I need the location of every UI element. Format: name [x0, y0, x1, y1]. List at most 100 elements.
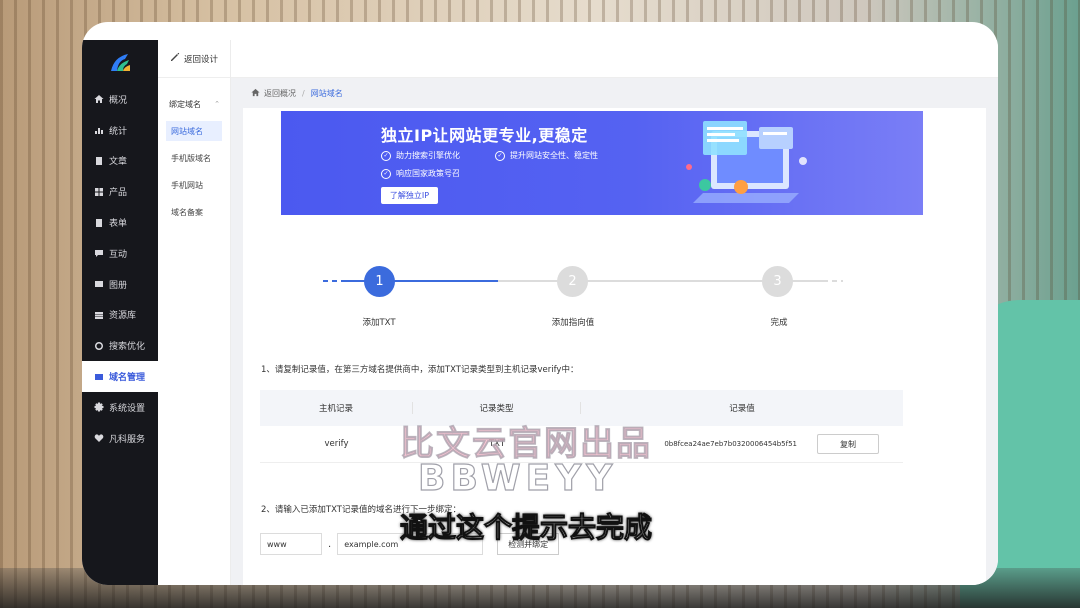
sub-item-label: 网站域名: [171, 126, 203, 136]
sidebar-item-4[interactable]: 表单: [82, 207, 158, 238]
sub-item-label: 域名备案: [171, 207, 203, 217]
table-row: verify TXT 0b8fcea24ae7eb7b0320006454b5f…: [260, 426, 903, 463]
sidebar-item-6[interactable]: 图册: [82, 269, 158, 300]
sub-item-label: 手机版域名: [171, 153, 211, 163]
sub-item-website-domain[interactable]: 网站域名: [166, 121, 222, 141]
browser-frame: 概况统计文章产品表单互动图册资源库搜索优化域名管理系统设置凡科服务 返回设计 绑…: [82, 22, 998, 585]
breadcrumb-home-link[interactable]: 返回概况: [264, 88, 296, 99]
step-1-circle: 1: [364, 266, 395, 297]
banner-feature: ✓ 助力搜索引擎优化: [381, 150, 460, 161]
step-2-circle: 2: [557, 266, 588, 297]
grid-icon: [93, 186, 104, 197]
banner-illustration-icon: [686, 121, 807, 203]
sub-item-label: 手机网站: [171, 180, 203, 190]
sidebar-item-label: 文章: [109, 157, 128, 168]
sub-group-label: 绑定域名: [169, 99, 201, 109]
check-icon: ✓: [381, 150, 391, 161]
learn-ip-button[interactable]: 了解独立IP: [381, 187, 438, 204]
image-icon: [93, 279, 104, 290]
sidebar-item-8[interactable]: 搜索优化: [82, 330, 158, 361]
back-to-design-label: 返回设计: [184, 54, 219, 65]
sidebar-item-3[interactable]: 产品: [82, 176, 158, 207]
sidebar-item-label: 产品: [109, 188, 128, 199]
progress-steps: 1 2 3 添加TXT 添加指向值 完成: [323, 263, 843, 333]
sidebar-item-0[interactable]: 概况: [82, 84, 158, 115]
cell-host: verify: [324, 439, 349, 449]
sidebar-item-label: 域名管理: [109, 373, 146, 384]
banner-feature-text: 助力搜索引擎优化: [396, 151, 460, 160]
home-icon: [93, 94, 104, 105]
sub-group-bind-domain[interactable]: 绑定域名 ⌃: [158, 91, 230, 117]
gear-icon: [93, 402, 104, 413]
sidebar-item-7[interactable]: 资源库: [82, 300, 158, 331]
chat-icon: [93, 248, 104, 259]
main-area: 返回概况 / 网站域名 独立IP让网站更专业,更稳定 ✓ 助力搜索引擎优化 ✓ 提升…: [231, 78, 998, 585]
chart-icon: [93, 125, 104, 136]
domain-prefix-input[interactable]: www: [260, 533, 322, 555]
instruction-step-1: 1、请复制记录值，在第三方域名提供商中，添加TXT记录类型到主机记录verify…: [261, 365, 579, 375]
banner-feature: ✓ 提升网站安全性、稳定性: [495, 150, 598, 161]
sidebar-item-label: 互动: [109, 249, 128, 260]
sidebar-item-label: 图册: [109, 280, 128, 291]
banner-title: 独立IP让网站更专业,更稳定: [381, 126, 588, 145]
sidebar-item-9[interactable]: 域名管理: [82, 361, 158, 392]
chevron-up-icon: ⌃: [214, 100, 220, 108]
cell-type: TXT: [488, 439, 506, 449]
sidebar-item-2[interactable]: 文章: [82, 146, 158, 177]
sub-item-domain-filing[interactable]: 域名备案: [166, 202, 222, 222]
cell-value: 0b8fcea24ae7eb7b0320006454b5f51 复制: [581, 434, 903, 454]
sub-item-mobile-site[interactable]: 手机网站: [166, 175, 222, 195]
domain-name-input[interactable]: example.com: [337, 533, 484, 555]
promo-banner[interactable]: 独立IP让网站更专业,更稳定 ✓ 助力搜索引擎优化 ✓ 提升网站安全性、稳定性 ✓ 响…: [281, 111, 923, 215]
dns-record-table: 主机记录 记录类型 记录值 verify TXT 0b8fcea24ae7eb7…: [260, 390, 903, 463]
sub-item-mobile-domain[interactable]: 手机版域名: [166, 148, 222, 168]
sidebar-item-label: 表单: [109, 219, 128, 230]
domain-separator: .: [328, 538, 332, 550]
step-connector: [323, 280, 343, 282]
banner-feature-text: 提升网站安全性、稳定性: [510, 151, 598, 160]
content-panel: 独立IP让网站更专业,更稳定 ✓ 助力搜索引擎优化 ✓ 提升网站安全性、稳定性 ✓ 响…: [243, 108, 986, 585]
breadcrumb-separator: /: [302, 88, 305, 98]
check-icon: ✓: [495, 150, 505, 161]
sidebar-item-label: 概况: [109, 95, 128, 106]
sidebar-item-label: 凡科服务: [109, 434, 146, 445]
record-value: 0b8fcea24ae7eb7b0320006454b5f51: [664, 440, 797, 448]
copy-button[interactable]: 复制: [817, 434, 879, 454]
sidebar-item-5[interactable]: 互动: [82, 238, 158, 269]
detect-bind-button[interactable]: 检测并绑定: [497, 533, 560, 555]
table-header: 主机记录 记录类型 记录值: [260, 390, 903, 426]
app-logo[interactable]: [82, 40, 158, 84]
article-icon: [93, 155, 104, 166]
step-1-label: 添加TXT: [362, 318, 396, 328]
banner-feature-text: 响应国家政策号召: [396, 169, 460, 178]
header-type: 记录类型: [413, 402, 581, 414]
sidebar-item-1[interactable]: 统计: [82, 115, 158, 146]
sub-navigation: 返回设计 绑定域名 ⌃ 网站域名 手机版域名 手机网站 域名备案: [158, 40, 231, 585]
sidebar: 概况统计文章产品表单互动图册资源库搜索优化域名管理系统设置凡科服务: [82, 40, 158, 585]
home-icon: [251, 88, 264, 99]
breadcrumb-current: 网站域名: [310, 88, 343, 98]
form-icon: [93, 217, 104, 228]
header-host: 主机记录: [260, 402, 413, 414]
instruction-step-2: 2、请输入已添加TXT记录值的域名进行下一步绑定：: [261, 505, 461, 515]
seo-icon: [93, 340, 104, 351]
logo-icon: [111, 54, 130, 71]
sidebar-item-11[interactable]: 凡科服务: [82, 423, 158, 454]
breadcrumb: 返回概况 / 网站域名: [231, 78, 998, 108]
edit-icon: [170, 52, 184, 65]
sidebar-item-label: 资源库: [109, 311, 137, 322]
step-connector: [823, 280, 843, 282]
database-icon: [93, 309, 104, 320]
sidebar-item-label: 搜索优化: [109, 342, 146, 353]
sidebar-item-10[interactable]: 系统设置: [82, 392, 158, 423]
sidebar-item-label: 统计: [109, 126, 128, 137]
top-bar: [231, 40, 998, 78]
domain-input-row: www . example.com 检测并绑定: [260, 533, 560, 555]
back-to-design[interactable]: 返回设计: [158, 40, 230, 78]
check-icon: ✓: [381, 168, 391, 179]
sidebar-item-label: 系统设置: [109, 403, 146, 414]
header-value: 记录值: [729, 404, 755, 414]
step-3-circle: 3: [762, 266, 793, 297]
step-3-label: 完成: [770, 318, 788, 328]
heart-icon: [93, 433, 104, 444]
